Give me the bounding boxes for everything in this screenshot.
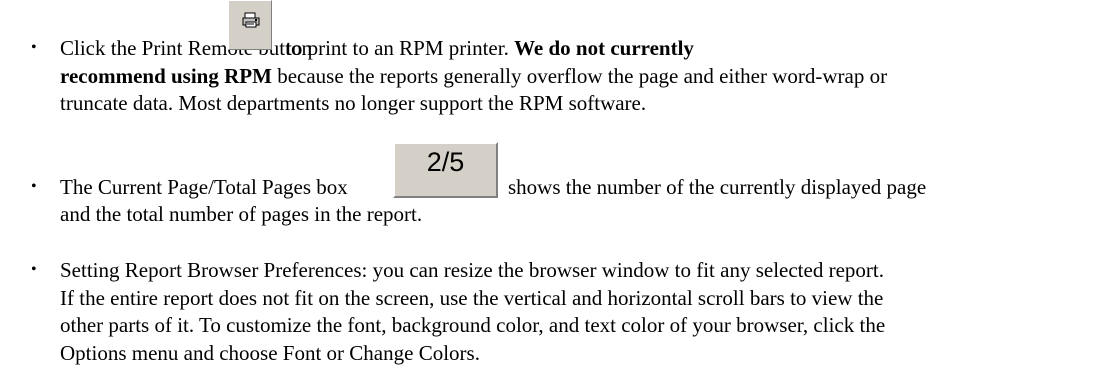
text-line: to print to an RPM printer. We do not cu… xyxy=(286,34,694,62)
text-segment: because the reports generally overflow t… xyxy=(271,64,888,88)
bullet: • xyxy=(31,261,37,278)
print-remote-icon xyxy=(242,12,260,28)
text-line: The Current Page/Total Pages box xyxy=(60,173,348,201)
text-line: Options menu and choose Font or Change C… xyxy=(60,341,480,365)
text-segment-bold: recommend using RPM xyxy=(60,64,272,88)
text-segment: The Current Page/Total Pages box xyxy=(60,175,348,199)
bullet: • xyxy=(31,39,37,56)
text-segment: shows the number of the currently displa… xyxy=(508,175,927,199)
text-segment: Click the Print Remote button xyxy=(60,36,312,60)
text-line: truncate data. Most departments no longe… xyxy=(60,91,647,115)
print-remote-button[interactable] xyxy=(228,0,272,50)
text-segment: to print to an RPM printer. xyxy=(286,36,509,60)
text-line: shows the number of the currently displa… xyxy=(508,173,926,201)
text-line: Setting Report Browser Preferences: you … xyxy=(60,258,884,282)
text-line: other parts of it. To customize the font… xyxy=(60,313,886,337)
text-line: recommend using RPM because the reports … xyxy=(60,62,887,90)
current-page-total-pages-box: 2/5 xyxy=(393,142,498,198)
text-segment-bold: We do not currently xyxy=(514,36,694,60)
text-line: If the entire report does not fit on the… xyxy=(60,286,884,310)
text-line: and the total number of pages in the rep… xyxy=(60,202,423,226)
text-line: Click the Print Remote button xyxy=(60,34,312,62)
bullet: • xyxy=(31,178,37,195)
page-count-label: 2/5 xyxy=(426,147,465,177)
